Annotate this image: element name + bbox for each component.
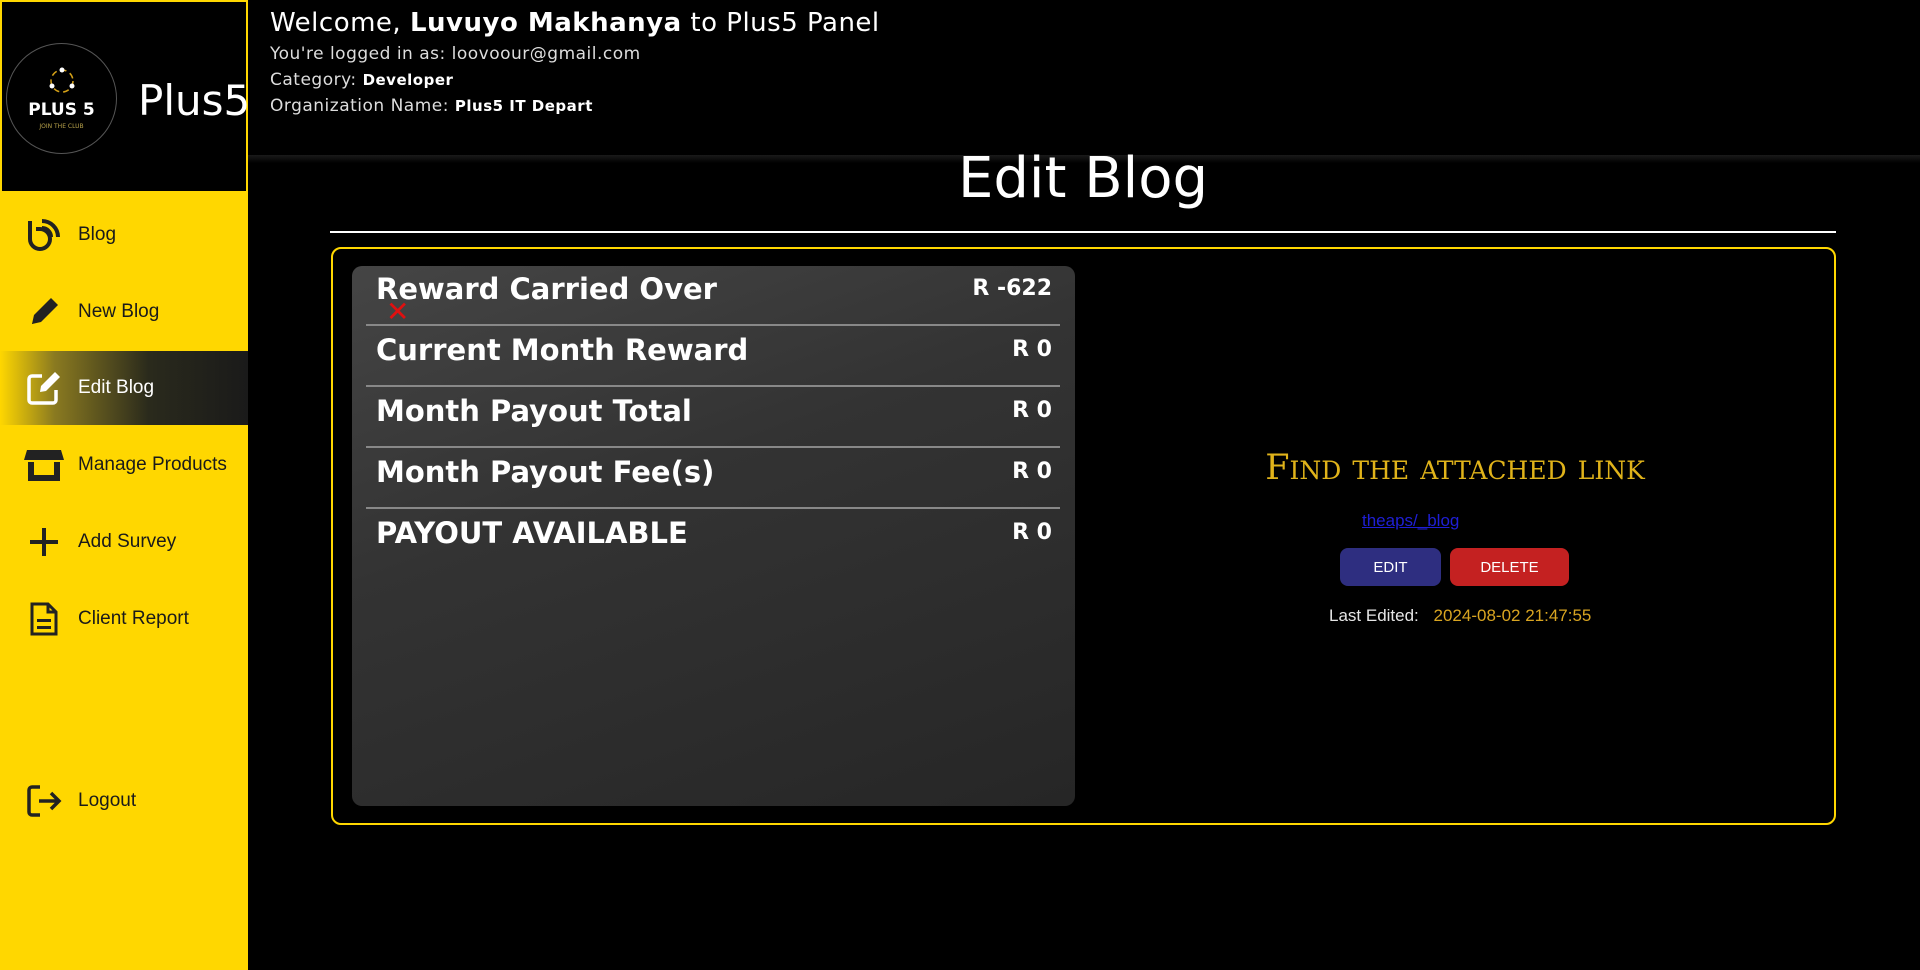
category-label: Category: bbox=[270, 70, 357, 90]
last-edited-label: Last Edited: bbox=[1329, 606, 1419, 625]
reward-value: R 0 bbox=[1012, 459, 1052, 484]
logged-in-line: You're logged in as: loovoour@gmail.com bbox=[270, 44, 880, 64]
sidebar-item-edit-blog[interactable]: Edit Blog bbox=[0, 351, 248, 425]
row-divider bbox=[366, 507, 1060, 509]
sidebar-item-blog[interactable]: Blog bbox=[0, 198, 248, 272]
blog-link[interactable]: theaps/_blog bbox=[1362, 511, 1459, 531]
logout-button[interactable]: Logout bbox=[0, 764, 248, 838]
row-divider bbox=[366, 385, 1060, 387]
organization-line: Organization Name: Plus5 IT Depart bbox=[270, 96, 880, 116]
plus-icon bbox=[24, 522, 64, 562]
welcome-prefix: Welcome, bbox=[270, 8, 402, 38]
reward-row-payout-total: Month Payout Total R 0 bbox=[366, 388, 1060, 448]
sidebar-item-label: Blog bbox=[78, 224, 117, 245]
delete-button[interactable]: DELETE bbox=[1450, 548, 1569, 586]
reward-row-payout-available: PAYOUT AVAILABLE R 0 bbox=[366, 510, 1060, 570]
reward-value: R -622 bbox=[972, 276, 1052, 301]
logo-orbit-icon bbox=[49, 67, 75, 93]
welcome-line: Welcome, Luvuyo Makhanya to Plus5 Panel bbox=[270, 8, 880, 38]
reward-row-payout-fees: Month Payout Fee(s) R 0 bbox=[366, 449, 1060, 509]
category-value: Developer bbox=[362, 71, 454, 89]
sidebar-item-label: New Blog bbox=[78, 301, 160, 322]
reward-value: R 0 bbox=[1012, 398, 1052, 423]
brand-name: Plus5 bbox=[138, 76, 251, 125]
file-text-icon bbox=[24, 599, 64, 639]
organization-value: Plus5 IT Depart bbox=[454, 97, 593, 115]
title-divider bbox=[330, 231, 1836, 233]
welcome-header: Welcome, Luvuyo Makhanya to Plus5 Panel … bbox=[270, 8, 880, 116]
sidebar-item-client-report[interactable]: Client Report bbox=[0, 582, 248, 656]
sidebar-item-label: Client Report bbox=[78, 608, 189, 629]
welcome-suffix: to Plus5 Panel bbox=[690, 8, 880, 38]
logo-text: PLUS 5 bbox=[28, 100, 95, 120]
reward-label: Current Month Reward bbox=[376, 333, 749, 367]
sidebar-item-label: Edit Blog bbox=[78, 377, 155, 398]
sidebar: PLUS 5 JOIN THE CLUB Plus5 Blog New Blog… bbox=[0, 0, 251, 970]
sidebar-item-label: Add Survey bbox=[78, 531, 177, 552]
user-name: Luvuyo Makhanya bbox=[409, 8, 682, 38]
sidebar-item-label: Manage Products bbox=[78, 454, 227, 475]
reward-label: Month Payout Total bbox=[376, 394, 692, 428]
blog-feed-icon bbox=[24, 215, 64, 255]
reward-value: R 0 bbox=[1012, 337, 1052, 362]
brand-header: PLUS 5 JOIN THE CLUB Plus5 bbox=[0, 0, 251, 193]
pencil-icon bbox=[24, 292, 64, 332]
store-icon bbox=[24, 445, 64, 485]
sidebar-item-new-blog[interactable]: New Blog bbox=[0, 275, 248, 349]
edit-button[interactable]: EDIT bbox=[1340, 548, 1441, 586]
close-icon[interactable]: ✕ bbox=[386, 298, 409, 326]
sidebar-item-manage-products[interactable]: Manage Products bbox=[0, 428, 248, 502]
page-title: Edit Blog bbox=[957, 146, 1209, 211]
user-email: loovoour@gmail.com bbox=[451, 44, 641, 64]
row-divider bbox=[366, 324, 1060, 326]
logged-in-label: You're logged in as: bbox=[270, 44, 446, 64]
logout-icon bbox=[24, 781, 64, 821]
logout-label: Logout bbox=[78, 790, 137, 811]
sidebar-item-add-survey[interactable]: Add Survey bbox=[0, 505, 248, 579]
rewards-panel: Reward Carried Over R -622 Current Month… bbox=[352, 266, 1075, 806]
logo-tagline: JOIN THE CLUB bbox=[39, 123, 84, 130]
row-divider bbox=[366, 446, 1060, 448]
category-line: Category: Developer bbox=[270, 70, 880, 90]
reward-label: Month Payout Fee(s) bbox=[376, 455, 715, 489]
brand-logo: PLUS 5 JOIN THE CLUB bbox=[6, 43, 117, 154]
reward-row-carried-over: Reward Carried Over R -622 bbox=[366, 266, 1060, 326]
last-edited: Last Edited: 2024-08-02 21:47:55 bbox=[1329, 606, 1591, 626]
edit-square-icon bbox=[24, 368, 64, 408]
reward-label: PAYOUT AVAILABLE bbox=[376, 516, 688, 550]
reward-label: Reward Carried Over bbox=[376, 272, 717, 306]
find-link-heading: Find the attached link bbox=[1265, 448, 1645, 488]
reward-value: R 0 bbox=[1012, 520, 1052, 545]
last-edited-value: 2024-08-02 21:47:55 bbox=[1433, 606, 1592, 625]
organization-label: Organization Name: bbox=[270, 96, 449, 116]
reward-row-current-month: Current Month Reward R 0 bbox=[366, 327, 1060, 387]
